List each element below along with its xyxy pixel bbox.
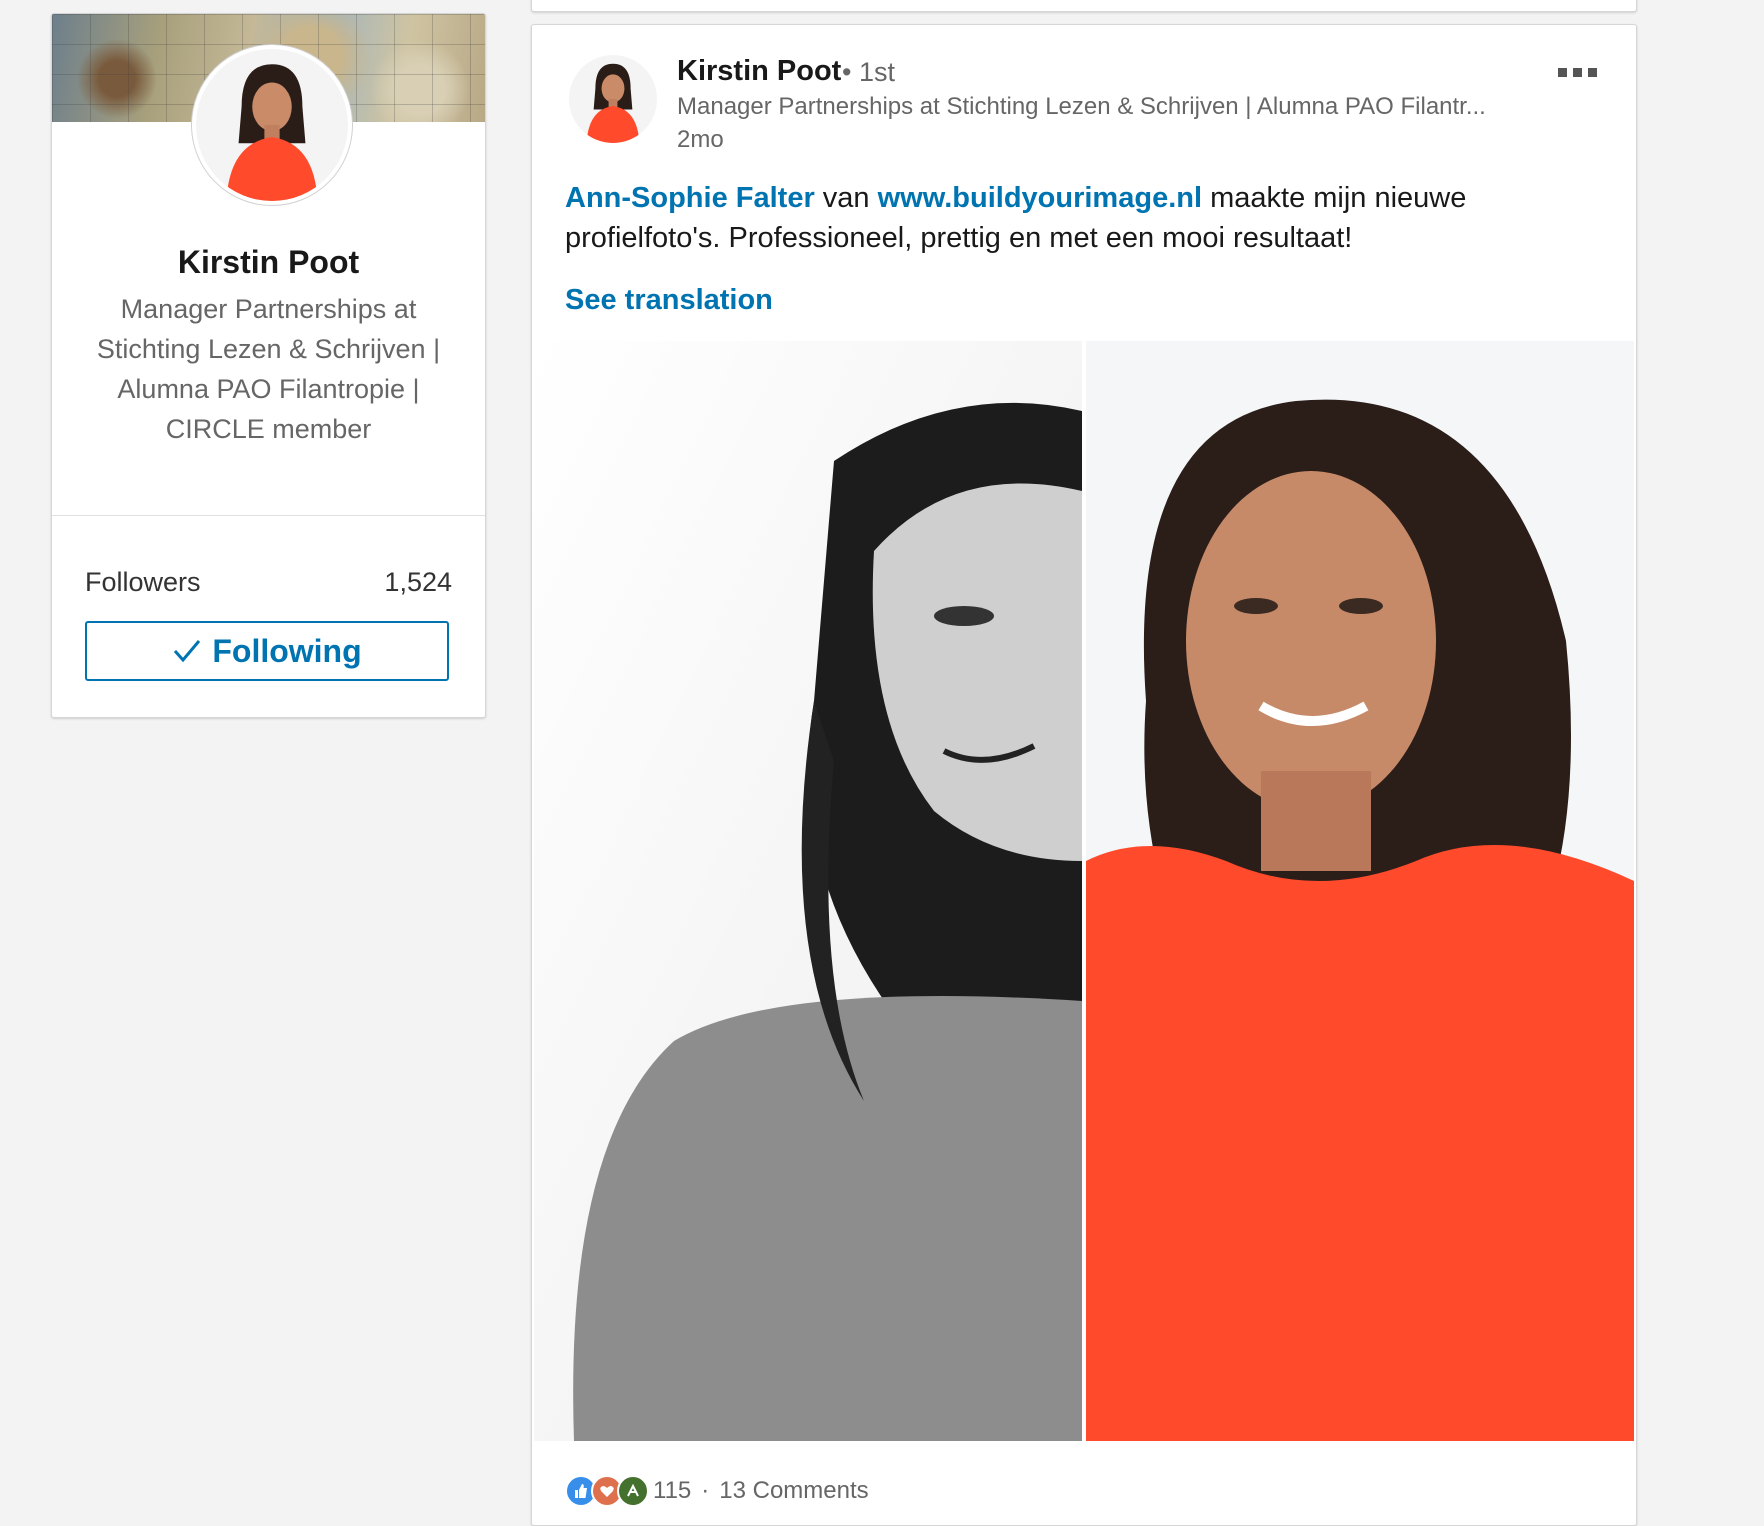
see-translation-link[interactable]: See translation: [565, 284, 773, 317]
following-label: Following: [212, 632, 362, 669]
reaction-icons[interactable]: [565, 1475, 649, 1507]
post-image-color[interactable]: [1086, 341, 1634, 1441]
followers-label: Followers: [85, 567, 201, 597]
post-image-bw[interactable]: [534, 341, 1082, 1441]
profile-name[interactable]: Kirstin Poot: [52, 244, 485, 281]
checkmark-icon: [174, 640, 201, 663]
post-text: Ann-Sophie Falter van www.buildyourimage…: [565, 178, 1595, 258]
author-avatar[interactable]: [569, 55, 657, 143]
profile-headline: Manager Partnerships at Stichting Lezen …: [96, 294, 441, 444]
post-author-headline: Manager Partnerships at Stichting Lezen …: [677, 93, 1486, 120]
mention-link[interactable]: Ann-Sophie Falter: [565, 182, 815, 214]
comments-count-link[interactable]: 13 Comments: [719, 1477, 868, 1505]
post-timestamp: 2mo: [677, 126, 724, 153]
separator: ·: [701, 1477, 710, 1504]
website-link[interactable]: www.buildyourimage.nl: [878, 182, 1202, 214]
post-author-name[interactable]: Kirstin Poot: [677, 55, 841, 88]
divider: [52, 515, 485, 516]
post-card: Kirstin Poot • 1st Manager Partnerships …: [531, 24, 1637, 1526]
celebrate-icon: [617, 1475, 649, 1507]
avatar[interactable]: [192, 45, 352, 205]
profile-card: Kirstin Poot Manager Partnerships at Sti…: [51, 13, 486, 718]
previous-post-card: [531, 0, 1637, 12]
following-button[interactable]: Following: [85, 621, 449, 681]
social-counts: 115 · 13 Comments: [565, 1472, 869, 1510]
connection-degree: • 1st: [842, 57, 895, 87]
more-options-icon[interactable]: [1558, 63, 1602, 81]
reactions-count[interactable]: 115: [653, 1477, 691, 1505]
followers-count: 1,524: [384, 567, 452, 597]
post-text-van: van: [822, 182, 870, 214]
post-images[interactable]: [534, 341, 1634, 1441]
